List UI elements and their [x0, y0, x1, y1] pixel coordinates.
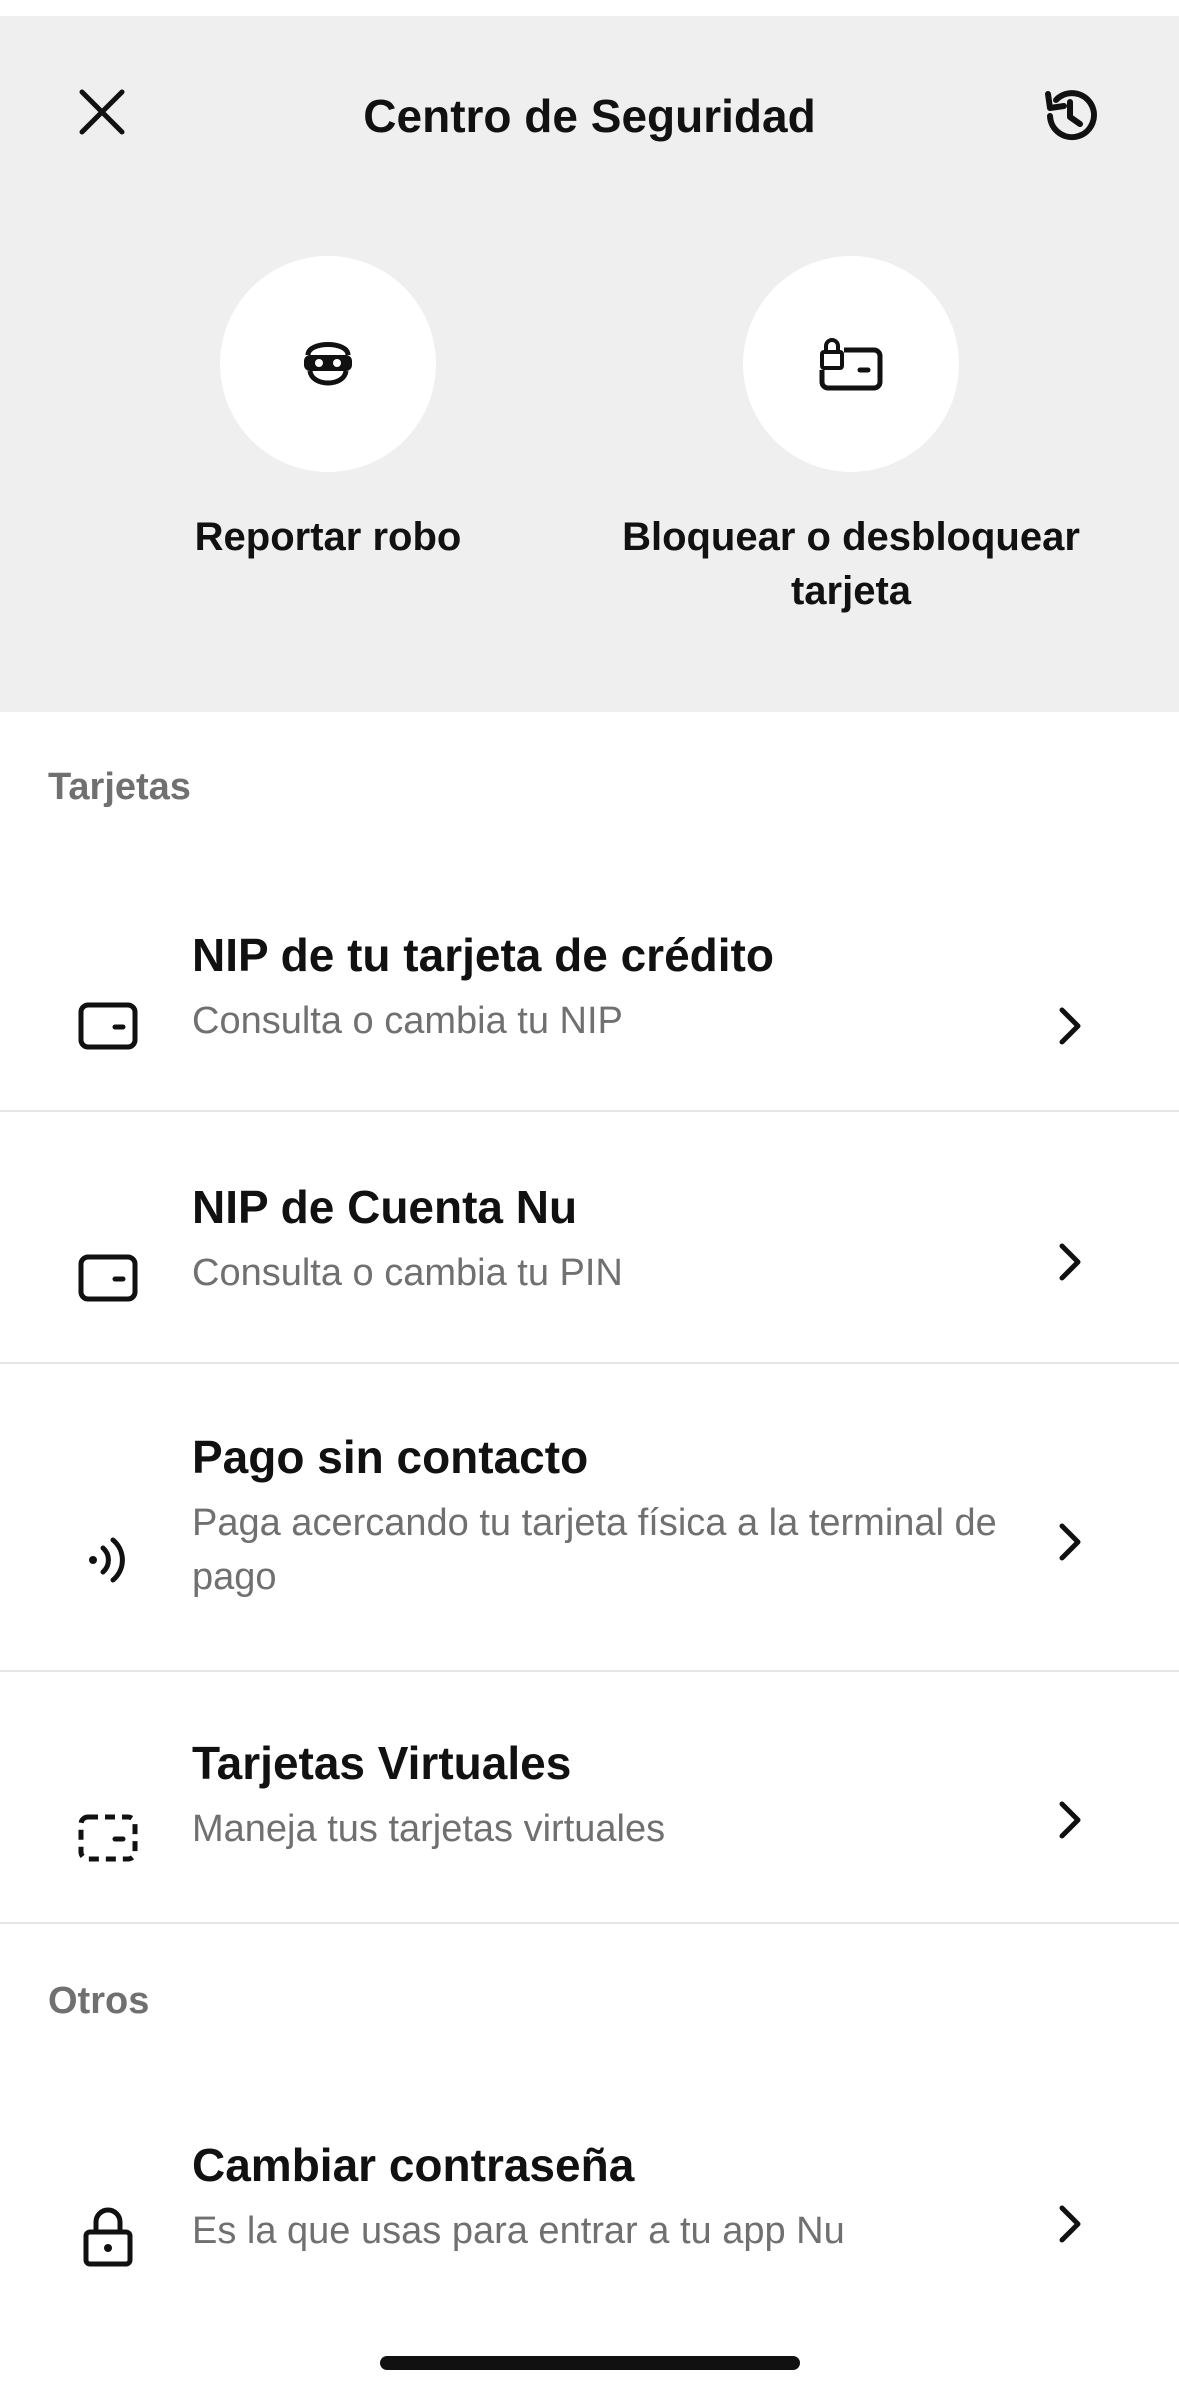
row-text: NIP de Cuenta Nu Consulta o cambia tu PI…: [192, 1178, 1032, 1300]
lock-icon-slot: [68, 2196, 148, 2276]
row-credit-card-pin[interactable]: NIP de tu tarjeta de crédito Consulta o …: [0, 872, 1179, 1112]
row-title: Tarjetas Virtuales: [192, 1737, 572, 1789]
header-panel: Centro de Seguridad Reportar robo Bloque…: [0, 16, 1179, 712]
row-subtitle: Consulta o cambia tu NIP: [192, 1000, 623, 1042]
row-subtitle: Es la que usas para entrar a tu app Nu: [192, 2210, 845, 2252]
row-change-password[interactable]: Cambiar contraseña Es la que usas para e…: [0, 2080, 1179, 2320]
history-button[interactable]: [1030, 76, 1110, 156]
virtual-card-icon: [78, 1814, 138, 1862]
contactless-icon: [89, 1537, 125, 1583]
row-virtual-cards[interactable]: Tarjetas Virtuales Maneja tus tarjetas v…: [0, 1672, 1179, 1924]
row-contactless-payment[interactable]: Pago sin contacto Paga acercando tu tarj…: [0, 1364, 1179, 1672]
page-title: Centro de Seguridad: [363, 90, 816, 142]
block-card-button[interactable]: Bloquear o desbloquear tarjeta: [591, 256, 1111, 618]
card-icon: [78, 1002, 138, 1050]
row-text: Pago sin contacto Paga acercando tu tarj…: [192, 1428, 1032, 1604]
thief-mask-icon: [304, 342, 352, 386]
row-subtitle: Paga acercando tu tarjeta física a la te…: [192, 1502, 997, 1598]
report-theft-circle: [220, 256, 436, 472]
row-text: Tarjetas Virtuales Maneja tus tarjetas v…: [192, 1734, 1032, 1856]
chevron-right-icon: [1046, 1238, 1094, 1286]
status-bar-area: [0, 0, 1179, 16]
contactless-icon-slot: [68, 1520, 148, 1600]
chevron-right-icon: [1046, 2200, 1094, 2248]
close-icon: [79, 89, 125, 135]
row-title: NIP de Cuenta Nu: [192, 1181, 578, 1233]
chevron-right-icon: [1046, 1518, 1094, 1566]
row-title: Cambiar contraseña: [192, 2139, 635, 2191]
section-title-otros: Otros: [48, 1980, 150, 2022]
history-icon: [1045, 90, 1097, 141]
row-title: NIP de tu tarjeta de crédito: [192, 929, 774, 981]
section-title-tarjetas: Tarjetas: [48, 766, 191, 808]
row-subtitle: Maneja tus tarjetas virtuales: [192, 1808, 666, 1850]
card-icon: [78, 1254, 138, 1302]
card-icon-slot: [68, 986, 148, 1066]
close-button[interactable]: [62, 72, 142, 152]
row-subtitle: Consulta o cambia tu PIN: [192, 1252, 623, 1294]
chevron-right-icon: [1046, 1002, 1094, 1050]
row-nu-account-pin[interactable]: NIP de Cuenta Nu Consulta o cambia tu PI…: [0, 1112, 1179, 1364]
virtual-card-icon-slot: [68, 1798, 148, 1878]
report-theft-label: Reportar robo: [194, 515, 462, 559]
row-text: NIP de tu tarjeta de crédito Consulta o …: [192, 926, 1032, 1048]
chevron-right-icon: [1046, 1796, 1094, 1844]
row-text: Cambiar contraseña Es la que usas para e…: [192, 2136, 1032, 2258]
home-indicator[interactable]: [380, 2356, 800, 2370]
block-card-circle: [743, 256, 959, 472]
row-title: Pago sin contacto: [192, 1431, 589, 1483]
card-lock-icon: [819, 338, 883, 391]
report-theft-button[interactable]: Reportar robo: [68, 256, 588, 564]
security-center-screen: Centro de Seguridad Reportar robo Bloque…: [0, 0, 1179, 2396]
lock-icon: [83, 2207, 133, 2267]
card-icon-slot: [68, 1238, 148, 1318]
block-card-label: Bloquear o desbloquear tarjeta: [622, 515, 1080, 613]
